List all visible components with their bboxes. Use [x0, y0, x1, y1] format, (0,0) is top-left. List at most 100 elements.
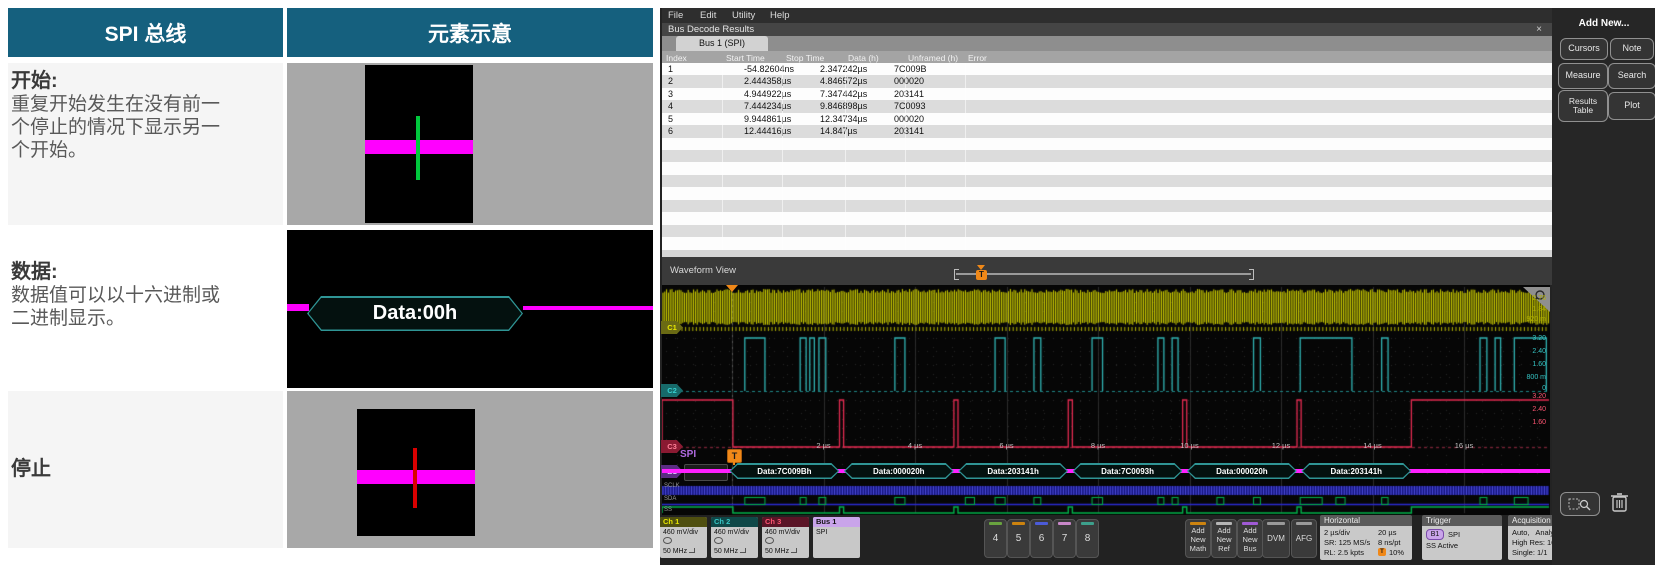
- bus-data-frame: Data:203141h: [958, 463, 1068, 479]
- bus-collapsed-box[interactable]: —: [684, 464, 728, 481]
- row-start-line: 个停止的情况下显示另一: [11, 116, 220, 139]
- table-cell: 12.34734µs: [820, 114, 867, 124]
- digital-channel-button-5[interactable]: 5: [1007, 519, 1030, 558]
- time-label: 6 µs: [999, 441, 1013, 450]
- table-row[interactable]: [662, 150, 1552, 162]
- add-new-math-button[interactable]: AddNewMath: [1185, 519, 1211, 558]
- table-row[interactable]: 59.944861µs12.34734µs000020: [662, 113, 1552, 125]
- table-row[interactable]: 1-54.82604ns2.347242µs7C009B: [662, 63, 1552, 75]
- table-header-spi-bus: SPI 总线: [8, 8, 283, 57]
- badge-ch1[interactable]: C1: [661, 321, 683, 334]
- channel-badge-ch3[interactable]: Ch 3 460 mV/div 50 MHz: [762, 517, 809, 558]
- column-divider: [965, 63, 966, 250]
- menu-edit[interactable]: Edit: [700, 10, 716, 21]
- digital-channel-button-7[interactable]: 7: [1053, 519, 1076, 558]
- table-row[interactable]: 612.44416µs14.847µs203141: [662, 125, 1552, 137]
- stop-symbol-figure: [287, 391, 653, 548]
- row-start-line: 重复开始发生在没有前一: [11, 93, 220, 116]
- slider-trigger-marker[interactable]: T: [976, 270, 987, 280]
- label-sda: SDA: [664, 496, 676, 502]
- col-error: Error: [968, 53, 987, 63]
- table-cell: 203141: [894, 126, 924, 136]
- add-new-bus-button[interactable]: AddNewBus: [1237, 519, 1263, 558]
- row-data-text-cell: 数据: 数据值可以以十六进制或 二进制显示。: [8, 228, 283, 388]
- add-plot-button[interactable]: Plot: [1608, 92, 1655, 120]
- bus-data-frame: Data:203141h: [1301, 463, 1411, 479]
- delete-button[interactable]: [1606, 490, 1634, 514]
- menu-file[interactable]: File: [668, 10, 683, 21]
- row-stop-text-cell: 停止: [8, 391, 283, 548]
- results-panel-titlebar: Bus Decode Results ×: [662, 23, 1552, 36]
- afg-button[interactable]: AFG: [1291, 519, 1317, 558]
- digital-channel-button-8[interactable]: 8: [1076, 519, 1099, 558]
- table-cell: 7.444234µs: [744, 101, 791, 111]
- table-row[interactable]: [662, 162, 1552, 174]
- results-table-body[interactable]: 1-54.82604ns2.347242µs7C009B22.444358µs4…: [662, 63, 1552, 250]
- tab-label: Bus 1 (SPI): [699, 38, 745, 48]
- channel-badge-ch2[interactable]: Ch 2 460 mV/div 50 MHz: [711, 517, 758, 558]
- col-unframed: Unframed (h): [908, 53, 958, 63]
- ch3-scale-label: 2.40: [1532, 406, 1546, 413]
- bus-trigger-marker[interactable]: T: [727, 449, 742, 463]
- col-index: Index: [666, 53, 687, 63]
- digital-channel-button-6[interactable]: 6: [1030, 519, 1053, 558]
- slider-right-bracket[interactable]: [1249, 269, 1254, 280]
- slider-left-bracket[interactable]: [954, 269, 959, 280]
- table-row[interactable]: 47.444234µs9.846898µs7C0093: [662, 100, 1552, 112]
- h-position: 10%: [1389, 548, 1404, 557]
- ch1-scale: 460 mV/div: [663, 529, 698, 536]
- table-row[interactable]: [662, 225, 1552, 237]
- zoom-mode-button[interactable]: [1560, 492, 1600, 516]
- ch3-bandwidth: 50 MHz: [765, 548, 789, 555]
- tab-bus1-spi[interactable]: Bus 1 (SPI): [676, 36, 768, 51]
- table-row[interactable]: 22.444358µs4.846572µs000020: [662, 75, 1552, 87]
- ch3-scale: 460 mV/div: [765, 529, 800, 536]
- time-label: 10 µs: [1180, 441, 1199, 450]
- add-measure-button[interactable]: Measure: [1558, 63, 1608, 89]
- add-new-ref-button[interactable]: AddNewRef: [1211, 519, 1237, 558]
- table-cell: 14.847µs: [820, 126, 857, 136]
- overview-slider[interactable]: [956, 273, 1251, 275]
- badge-ch2[interactable]: C2: [661, 384, 683, 397]
- table-row[interactable]: [662, 187, 1552, 199]
- label-ss: SS: [664, 507, 672, 513]
- ch3-label: Ch 3: [762, 517, 809, 527]
- table-row[interactable]: 34.944922µs7.347442µs203141: [662, 88, 1552, 100]
- trigger-position-icon[interactable]: [726, 285, 738, 292]
- add-search-button[interactable]: Search: [1608, 63, 1655, 89]
- channel-badge-ch1[interactable]: Ch 1 460 mV/div 50 MHz: [660, 517, 707, 558]
- trigger-panel[interactable]: Trigger B1 SPI SS Active: [1422, 515, 1502, 560]
- header-label: 元素示意: [428, 18, 512, 48]
- bus-data-frame: Data:7C0093h: [1073, 463, 1183, 479]
- waveform-view-titlebar: Waveform View T: [662, 257, 1552, 285]
- menu-utility[interactable]: Utility: [732, 10, 755, 21]
- ch3-scale-label: 1.60: [1532, 419, 1546, 426]
- dvm-label: DVM: [1263, 534, 1289, 543]
- bus-data-frame-label: Data:7C009Bh: [757, 467, 811, 476]
- table-cell: 000020: [894, 114, 924, 124]
- add-cursors-button[interactable]: Cursors: [1560, 38, 1608, 60]
- table-row[interactable]: [662, 175, 1552, 187]
- digital-channel-button-4[interactable]: 4: [984, 519, 1007, 558]
- h-span: 20 µs: [1378, 528, 1397, 537]
- add-results-table-button[interactable]: Results Table: [1558, 90, 1608, 122]
- h-recordlength: RL: 2.5 kpts: [1324, 548, 1364, 557]
- close-icon[interactable]: ×: [1536, 23, 1542, 36]
- bus-name-label: SPI: [680, 449, 696, 460]
- waveform-view-title: Waveform View: [670, 265, 736, 276]
- table-row[interactable]: [662, 237, 1552, 249]
- channel-badge-bus1[interactable]: Bus 1 SPI: [813, 517, 860, 558]
- table-row[interactable]: [662, 212, 1552, 224]
- horizontal-panel[interactable]: Horizontal 2 µs/div 20 µs SR: 125 MS/s 8…: [1320, 515, 1412, 560]
- table-row[interactable]: [662, 200, 1552, 212]
- menu-help[interactable]: Help: [770, 10, 790, 21]
- dvm-button[interactable]: DVM: [1262, 519, 1290, 558]
- table-cell: 203141: [894, 89, 924, 99]
- table-cell: 7C0093: [894, 101, 926, 111]
- time-label: 16 µs: [1455, 441, 1474, 450]
- table-row[interactable]: [662, 138, 1552, 150]
- probe-icon: [714, 537, 723, 544]
- add-note-button[interactable]: Note: [1610, 38, 1654, 60]
- panel-divider[interactable]: [662, 250, 1552, 257]
- time-label: 4 µs: [908, 441, 922, 450]
